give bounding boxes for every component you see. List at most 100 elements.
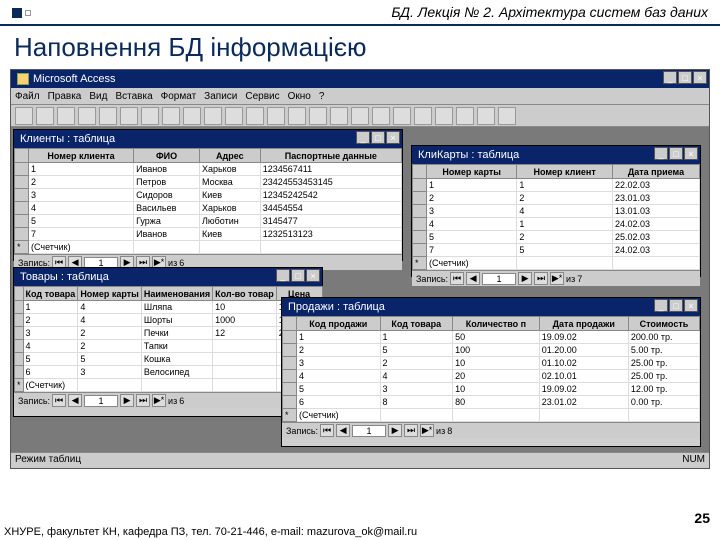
column-header[interactable]: Код товара bbox=[23, 287, 78, 301]
nav-new-button[interactable]: ▶* bbox=[550, 272, 564, 285]
table-row[interactable]: 442002.10.0125.00 тр. bbox=[283, 370, 700, 383]
table-row[interactable]: 1ИвановХарьков1234567411 bbox=[15, 163, 402, 176]
menu-item[interactable]: Файл bbox=[15, 91, 40, 102]
toolbar-button[interactable] bbox=[309, 107, 327, 125]
table-row[interactable]: 14Шляпа10180,00 г bbox=[15, 301, 323, 314]
menu-item[interactable]: Записи bbox=[204, 91, 237, 102]
table-row[interactable]: 7524.02.03 bbox=[413, 244, 700, 257]
win-clients-titlebar[interactable]: Клиенты : таблица _□× bbox=[14, 130, 402, 148]
toolbar-button[interactable] bbox=[78, 107, 96, 125]
win-sales-titlebar[interactable]: Продажи : таблица _□× bbox=[282, 298, 700, 316]
minimize-button[interactable]: _ bbox=[654, 147, 668, 160]
menu-item[interactable]: ? bbox=[319, 91, 325, 102]
nav-pos-input[interactable] bbox=[482, 273, 516, 285]
column-header[interactable]: Номер карты bbox=[78, 287, 142, 301]
menu-item[interactable]: Формат bbox=[161, 91, 197, 102]
toolbar-button[interactable] bbox=[330, 107, 348, 125]
table-row[interactable]: 3413.01.03 bbox=[413, 205, 700, 218]
nav-first-button[interactable]: ⏮ bbox=[320, 424, 334, 437]
table-row[interactable]: 2ПетровМосква23424553453145 bbox=[15, 176, 402, 189]
column-header[interactable]: Номер клиента bbox=[29, 149, 134, 163]
toolbar-button[interactable] bbox=[267, 107, 285, 125]
table-row[interactable]: 2223.01.03 bbox=[413, 192, 700, 205]
nav-last-button[interactable]: ⏭ bbox=[404, 424, 418, 437]
toolbar-button[interactable] bbox=[393, 107, 411, 125]
column-header[interactable]: Дата приема bbox=[612, 165, 699, 179]
table-cards[interactable]: Номер картыНомер клиентДата приема1122.0… bbox=[412, 164, 700, 270]
toolbar-button[interactable] bbox=[456, 107, 474, 125]
table-row[interactable]: 321001.10.0225.00 тр. bbox=[283, 357, 700, 370]
close-button[interactable]: × bbox=[306, 269, 320, 282]
column-header[interactable]: Стоимость bbox=[628, 317, 699, 331]
win-goods-titlebar[interactable]: Товары : таблица _□× bbox=[14, 268, 322, 286]
toolbar-button[interactable] bbox=[498, 107, 516, 125]
table-row[interactable]: 5ГуржаЛюботин3145477 bbox=[15, 215, 402, 228]
table-row[interactable]: *(Счетчик) bbox=[15, 241, 402, 254]
nav-last-button[interactable]: ⏭ bbox=[136, 394, 150, 407]
table-row[interactable]: 1122.02.03 bbox=[413, 179, 700, 192]
toolbar-button[interactable] bbox=[372, 107, 390, 125]
nav-next-button[interactable]: ▶ bbox=[120, 394, 134, 407]
table-row[interactable]: 55Кошка bbox=[15, 353, 323, 366]
toolbar-button[interactable] bbox=[477, 107, 495, 125]
table-row[interactable]: 4ВасильевХарьков34454554 bbox=[15, 202, 402, 215]
minimize-button[interactable]: _ bbox=[356, 131, 370, 144]
toolbar-button[interactable] bbox=[225, 107, 243, 125]
nav-first-button[interactable]: ⏮ bbox=[52, 394, 66, 407]
toolbar-button[interactable] bbox=[204, 107, 222, 125]
nav-prev-button[interactable]: ◀ bbox=[336, 424, 350, 437]
column-header[interactable]: Номер клиент bbox=[517, 165, 613, 179]
table-row[interactable]: 688023.01.020.00 тр. bbox=[283, 396, 700, 409]
toolbar-button[interactable] bbox=[288, 107, 306, 125]
nav-pos-input[interactable] bbox=[352, 425, 386, 437]
close-button[interactable]: × bbox=[684, 147, 698, 160]
toolbar-button[interactable] bbox=[36, 107, 54, 125]
table-row[interactable]: 42Тапки bbox=[15, 340, 323, 353]
table-row[interactable]: *(Счетчик) bbox=[413, 257, 700, 270]
toolbar-button[interactable] bbox=[15, 107, 33, 125]
win-cards-titlebar[interactable]: КлиКарты : таблица _□× bbox=[412, 146, 700, 164]
column-header[interactable]: Адрес bbox=[199, 149, 260, 163]
table-row[interactable]: 4124.02.03 bbox=[413, 218, 700, 231]
minimize-button[interactable]: _ bbox=[663, 71, 677, 84]
column-header[interactable]: Номер карты bbox=[427, 165, 517, 179]
nav-prev-button[interactable]: ◀ bbox=[466, 272, 480, 285]
column-header[interactable]: Наименования bbox=[141, 287, 212, 301]
menu-item[interactable]: Правка bbox=[48, 91, 82, 102]
toolbar-button[interactable] bbox=[351, 107, 369, 125]
menu-item[interactable]: Вид bbox=[89, 91, 107, 102]
nav-next-button[interactable]: ▶ bbox=[388, 424, 402, 437]
table-row[interactable]: 115019.09.02200.00 тр. bbox=[283, 331, 700, 344]
table-row[interactable]: 63Велосипед bbox=[15, 366, 323, 379]
table-row[interactable]: 5225.02.03 bbox=[413, 231, 700, 244]
toolbar-button[interactable] bbox=[183, 107, 201, 125]
table-row[interactable]: 32Печки1221,11 грн bbox=[15, 327, 323, 340]
table-row[interactable]: 3СидоровКиев12345242542 bbox=[15, 189, 402, 202]
toolbar-button[interactable] bbox=[141, 107, 159, 125]
maximize-button[interactable]: □ bbox=[371, 131, 385, 144]
menu-item[interactable]: Окно bbox=[288, 91, 311, 102]
toolbar-button[interactable] bbox=[414, 107, 432, 125]
maximize-button[interactable]: □ bbox=[669, 147, 683, 160]
maximize-button[interactable]: □ bbox=[678, 71, 692, 84]
column-header[interactable]: Дата продажи bbox=[539, 317, 628, 331]
menu-item[interactable]: Вставка bbox=[115, 91, 152, 102]
nav-next-button[interactable]: ▶ bbox=[518, 272, 532, 285]
table-row[interactable]: 531019.09.0212.00 тр. bbox=[283, 383, 700, 396]
toolbar-button[interactable] bbox=[162, 107, 180, 125]
table-row[interactable]: 2510001.20.005.00 тр. bbox=[283, 344, 700, 357]
column-header[interactable]: Кол-во товар bbox=[213, 287, 277, 301]
column-header[interactable]: Код товара bbox=[380, 317, 453, 331]
table-sales[interactable]: Код продажиКод товараКоличество пДата пр… bbox=[282, 316, 700, 422]
nav-last-button[interactable]: ⏭ bbox=[534, 272, 548, 285]
column-header[interactable]: Паспортные данные bbox=[260, 149, 401, 163]
close-button[interactable]: × bbox=[684, 299, 698, 312]
table-row[interactable]: 7ИвановКиев1232513123 bbox=[15, 228, 402, 241]
table-goods[interactable]: Код товараНомер картыНаименованияКол-во … bbox=[14, 286, 323, 392]
toolbar-button[interactable] bbox=[120, 107, 138, 125]
column-header[interactable]: Количество п bbox=[453, 317, 540, 331]
table-row[interactable]: *(Счетчик) bbox=[283, 409, 700, 422]
maximize-button[interactable]: □ bbox=[291, 269, 305, 282]
menu-item[interactable]: Сервис bbox=[245, 91, 279, 102]
nav-new-button[interactable]: ▶* bbox=[420, 424, 434, 437]
